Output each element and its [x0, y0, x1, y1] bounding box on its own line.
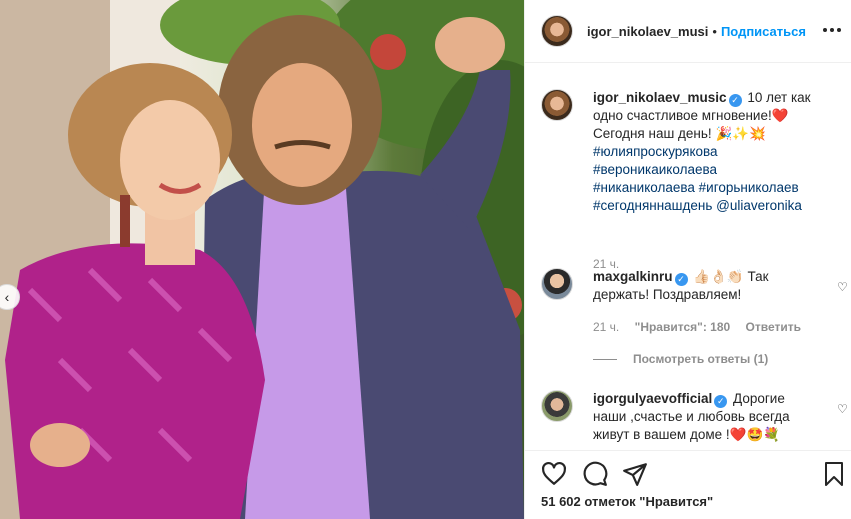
comment-meta: 21 ч. "Нравится": 180 Ответить: [593, 320, 813, 334]
reply-button[interactable]: Ответить: [746, 320, 801, 334]
hashtag-link[interactable]: #никаниколаева: [593, 180, 695, 195]
comment-text: igorgulyaevofficial ✓ Дорогие наши ,счаст…: [593, 390, 818, 444]
comments-list[interactable]: igor_nikolaev_music ✓ 10 лет как одно сча…: [525, 64, 851, 450]
photo-apple-1: [370, 34, 406, 70]
comment-bubble-icon[interactable]: [582, 461, 608, 487]
photo-woman-dress: [5, 243, 265, 519]
photo-woman-face: [120, 100, 220, 220]
view-replies-button[interactable]: Посмотреть ответы (1): [593, 352, 768, 366]
hashtag-link[interactable]: #игорьниколаев: [699, 180, 799, 195]
hashtag-link[interactable]: #сегодняннашдень: [593, 198, 712, 213]
caption-avatar[interactable]: [541, 89, 573, 121]
comment-emoji: ❤️🤩💐: [729, 427, 781, 442]
comment-username[interactable]: maxgalkinru: [593, 269, 673, 284]
caption-text-part-2: Сегодня наш день!: [593, 126, 712, 141]
post-photo[interactable]: ‹: [0, 0, 524, 519]
caption-emoji-heart: ❤️: [771, 108, 789, 123]
commenter-avatar[interactable]: [541, 390, 573, 422]
follow-button[interactable]: Подписаться: [721, 24, 806, 39]
hashtag-link[interactable]: #юлияпроскурякова: [593, 144, 718, 159]
likes-count[interactable]: 51 602 отметок "Нравится": [541, 494, 713, 509]
more-options-icon[interactable]: [822, 20, 842, 40]
commenter-avatar[interactable]: [541, 268, 573, 300]
view-replies-label: Посмотреть ответы (1): [633, 352, 769, 366]
post-actions: 51 602 отметок "Нравится": [525, 450, 851, 519]
hashtag-link[interactable]: #вероникаиколаева: [593, 162, 717, 177]
photo-woman-earring: [120, 195, 130, 247]
save-bookmark-icon[interactable]: [822, 461, 848, 487]
share-paper-plane-icon[interactable]: [622, 461, 648, 487]
mention-link[interactable]: @uliaveronika: [716, 198, 802, 213]
comment-likes-count[interactable]: "Нравится": 180: [635, 320, 731, 334]
verified-badge-icon: ✓: [714, 395, 728, 408]
caption-text: igor_nikolaev_music ✓ 10 лет как одно сча…: [593, 89, 818, 215]
author-username[interactable]: igor_nikolaev_musi: [587, 24, 708, 39]
like-comment-heart-icon[interactable]: ♡: [837, 403, 849, 415]
verified-badge-icon: ✓: [728, 94, 742, 107]
caption-username[interactable]: igor_nikolaev_music: [593, 90, 727, 105]
photo-man-hand-2: [30, 423, 90, 467]
photo-illustration: [0, 0, 524, 519]
replies-divider: [593, 358, 617, 360]
post-side-panel: igor_nikolaev_musi • Подписаться igor_ni…: [524, 0, 851, 519]
photo-man-face: [252, 63, 352, 187]
comment-text: maxgalkinru ✓ 👍🏻👌🏻👏🏻 Так держать! Поздрав…: [593, 268, 818, 304]
author-avatar[interactable]: [541, 15, 573, 47]
like-comment-heart-icon[interactable]: ♡: [837, 281, 849, 293]
verified-badge-icon: ✓: [674, 273, 688, 286]
comment-time[interactable]: 21 ч.: [593, 320, 619, 334]
comment-emoji: 👍🏻👌🏻👏🏻: [693, 269, 744, 284]
chevron-left-icon: ‹: [4, 289, 10, 305]
post-header: igor_nikolaev_musi • Подписаться: [525, 0, 851, 63]
like-heart-icon[interactable]: [541, 461, 567, 487]
comment-username[interactable]: igorgulyaevofficial: [593, 391, 712, 406]
caption-emoji-party: 🎉✨💥: [715, 126, 766, 141]
header-separator: •: [712, 23, 717, 39]
photo-man-hand: [435, 17, 505, 73]
